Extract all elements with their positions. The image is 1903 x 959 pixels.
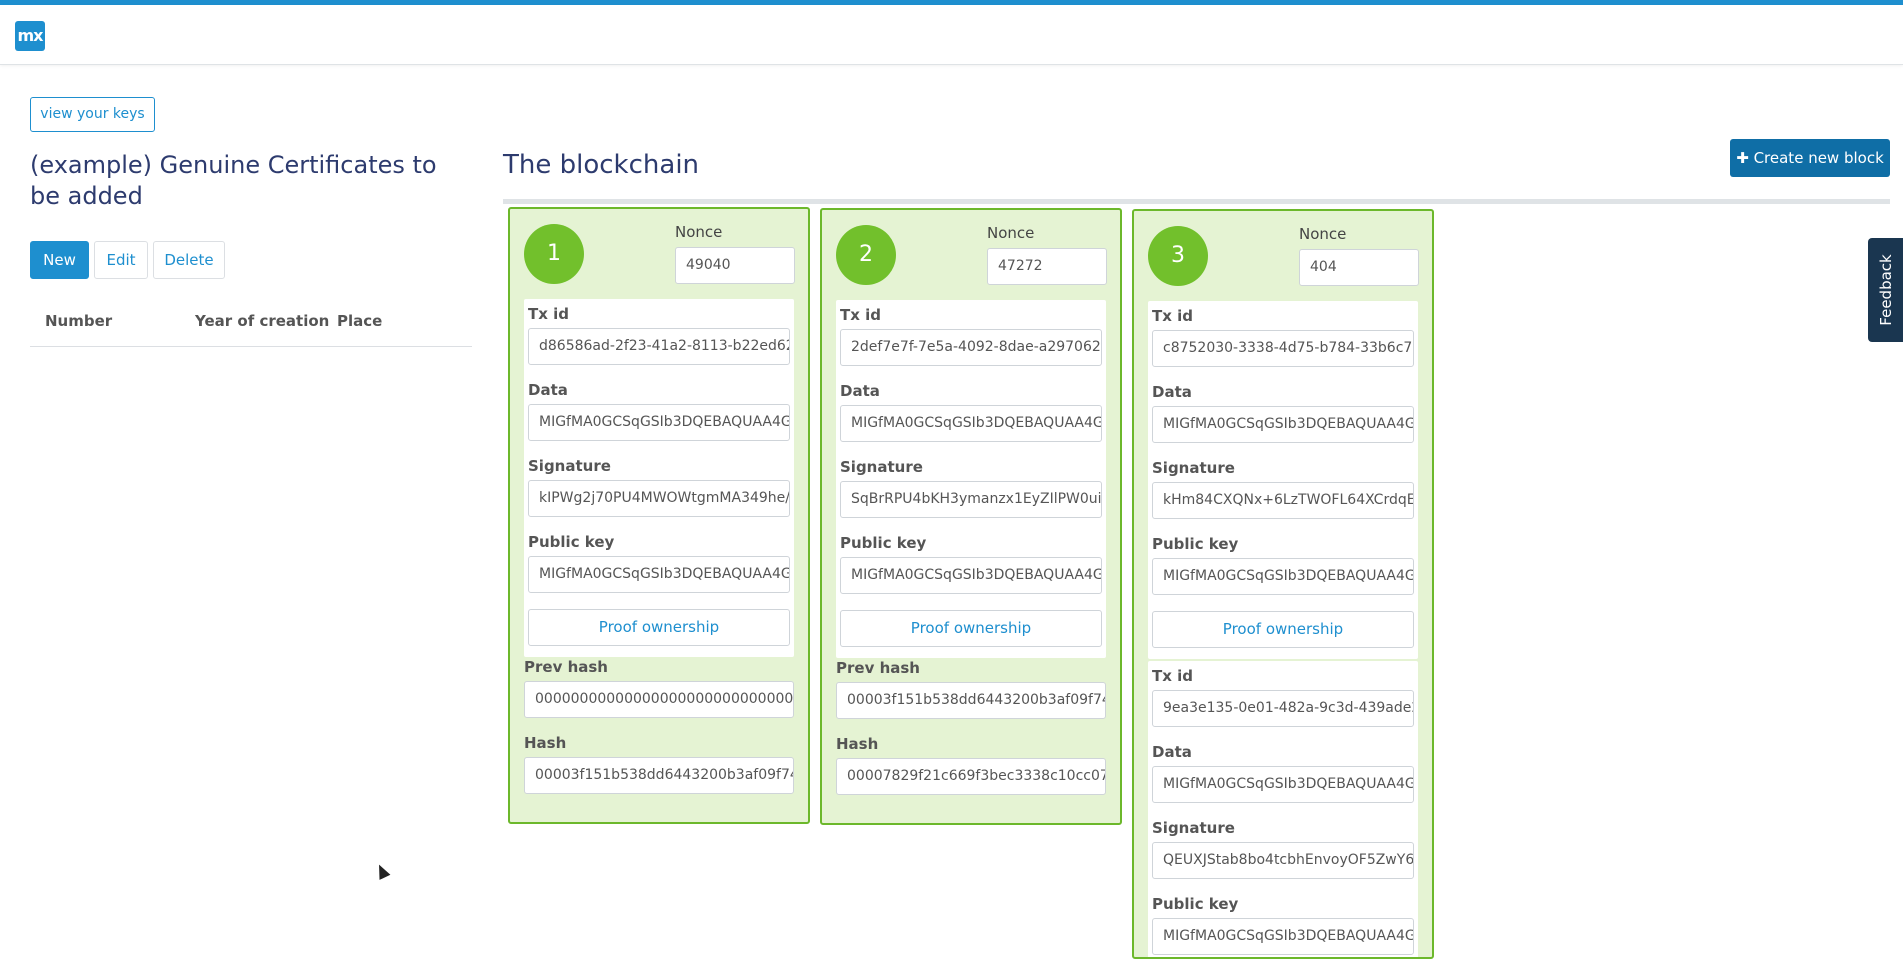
txid-label: Tx id — [528, 305, 570, 323]
nonce-field[interactable]: 404 — [1299, 249, 1419, 286]
nonce-label: Nonce — [675, 223, 723, 241]
data-field[interactable]: MIGfMA0GCSqGSIb3DQEBAQUAA4G — [840, 405, 1102, 442]
edit-button[interactable]: Edit — [94, 241, 148, 279]
signature-label: Signature — [840, 458, 923, 476]
block-number-badge: 1 — [524, 224, 584, 284]
mouse-cursor-icon — [373, 862, 391, 880]
transaction-card: Tx id 2def7e7f-7e5a-4092-8dae-a2970622 D… — [836, 300, 1106, 658]
public-key-label: Public key — [528, 533, 615, 551]
signature-field[interactable]: kHm84CXQNx+6LzTWOFL64XCrdqEg — [1152, 482, 1414, 519]
signature-label: Signature — [1152, 459, 1235, 477]
public-key-field[interactable]: MIGfMA0GCSqGSIb3DQEBAQUAA4G — [528, 556, 790, 593]
txid-field[interactable]: 9ea3e135-0e01-482a-9c3d-439ade2a — [1152, 690, 1414, 727]
signature-field[interactable]: SqBrRPU4bKH3ymanzx1EyZIlPW0ui0 — [840, 481, 1102, 518]
new-button[interactable]: New — [30, 241, 89, 279]
data-label: Data — [1152, 743, 1192, 761]
txid-field[interactable]: d86586ad-2f23-41a2-8113-b22ed624 — [528, 328, 790, 365]
nonce-label: Nonce — [987, 224, 1035, 242]
feedback-tab[interactable]: Feedback — [1868, 238, 1903, 342]
txid-field[interactable]: 2def7e7f-7e5a-4092-8dae-a2970622 — [840, 329, 1102, 366]
view-keys-button[interactable]: view your keys — [30, 97, 155, 132]
data-label: Data — [528, 381, 568, 399]
navbar: mx — [0, 5, 1903, 65]
data-field[interactable]: MIGfMA0GCSqGSIb3DQEBAQUAA4G — [1152, 766, 1414, 803]
public-key-field[interactable]: MIGfMA0GCSqGSIb3DQEBAQUAA4G — [1152, 918, 1414, 955]
nonce-field[interactable]: 47272 — [987, 248, 1107, 285]
block-card: 1 Nonce 49040 Tx id d86586ad-2f23-41a2-8… — [508, 207, 810, 824]
block-number-badge: 3 — [1148, 226, 1208, 286]
data-field[interactable]: MIGfMA0GCSqGSIb3DQEBAQUAA4G — [528, 404, 790, 441]
hash-field[interactable]: 00007829f21c669f3bec3338c10cc0704 — [836, 758, 1106, 795]
hash-field[interactable]: 00003f151b538dd6443200b3af09f747 — [524, 757, 794, 794]
public-key-field[interactable]: MIGfMA0GCSqGSIb3DQEBAQUAA4G — [1152, 558, 1414, 595]
proof-ownership-button[interactable]: Proof ownership — [840, 610, 1102, 647]
proof-ownership-button[interactable]: Proof ownership — [1152, 611, 1414, 648]
create-block-button[interactable]: ✚ Create new block — [1730, 139, 1890, 177]
blockchain-divider — [503, 199, 1890, 204]
public-key-label: Public key — [1152, 895, 1239, 913]
mx-logo-icon[interactable]: mx — [15, 21, 45, 51]
block-number-badge: 2 — [836, 225, 896, 285]
table-divider — [30, 346, 472, 347]
column-header-number[interactable]: Number — [45, 312, 112, 330]
proof-ownership-button[interactable]: Proof ownership — [528, 609, 790, 646]
public-key-field[interactable]: MIGfMA0GCSqGSIb3DQEBAQUAA4G — [840, 557, 1102, 594]
prev-hash-field[interactable]: 000000000000000000000000000000000 — [524, 681, 794, 718]
data-field[interactable]: MIGfMA0GCSqGSIb3DQEBAQUAA4G — [1152, 406, 1414, 443]
column-header-place[interactable]: Place — [337, 312, 382, 330]
prev-hash-field[interactable]: 00003f151b538dd6443200b3af09f747 — [836, 682, 1106, 719]
signature-label: Signature — [528, 457, 611, 475]
transaction-card: Tx id c8752030-3338-4d75-b784-33b6c74f D… — [1148, 301, 1418, 659]
prev-hash-label: Prev hash — [524, 658, 608, 676]
feedback-label: Feedback — [1876, 254, 1895, 326]
data-label: Data — [840, 382, 880, 400]
public-key-label: Public key — [1152, 535, 1239, 553]
signature-field[interactable]: QEUXJStab8bo4tcbhEnvoyOF5ZwY6g — [1152, 842, 1414, 879]
txid-label: Tx id — [840, 306, 882, 324]
block-card: 3 Nonce 404 Tx id c8752030-3338-4d75-b78… — [1132, 209, 1434, 959]
blockchain-title: The blockchain — [503, 150, 700, 180]
txid-label: Tx id — [1152, 667, 1194, 685]
hash-label: Hash — [524, 734, 567, 752]
signature-label: Signature — [1152, 819, 1235, 837]
plus-icon: ✚ — [1736, 149, 1749, 167]
create-block-label: Create new block — [1753, 149, 1884, 167]
column-header-year[interactable]: Year of creation — [195, 312, 329, 330]
delete-button[interactable]: Delete — [153, 241, 225, 279]
nonce-label: Nonce — [1299, 225, 1347, 243]
hash-label: Hash — [836, 735, 879, 753]
block-card: 2 Nonce 47272 Tx id 2def7e7f-7e5a-4092-8… — [820, 208, 1122, 825]
txid-field[interactable]: c8752030-3338-4d75-b784-33b6c74f — [1152, 330, 1414, 367]
data-label: Data — [1152, 383, 1192, 401]
transaction-card: Tx id d86586ad-2f23-41a2-8113-b22ed624 D… — [524, 299, 794, 657]
txid-label: Tx id — [1152, 307, 1194, 325]
transaction-card: Tx id 9ea3e135-0e01-482a-9c3d-439ade2a D… — [1148, 661, 1418, 957]
public-key-label: Public key — [840, 534, 927, 552]
signature-field[interactable]: kIPWg2j70PU4MWOWtgmMA349he/ — [528, 480, 790, 517]
nonce-field[interactable]: 49040 — [675, 247, 795, 284]
prev-hash-label: Prev hash — [836, 659, 920, 677]
certificates-title: (example) Genuine Certificates to be add… — [30, 151, 437, 210]
